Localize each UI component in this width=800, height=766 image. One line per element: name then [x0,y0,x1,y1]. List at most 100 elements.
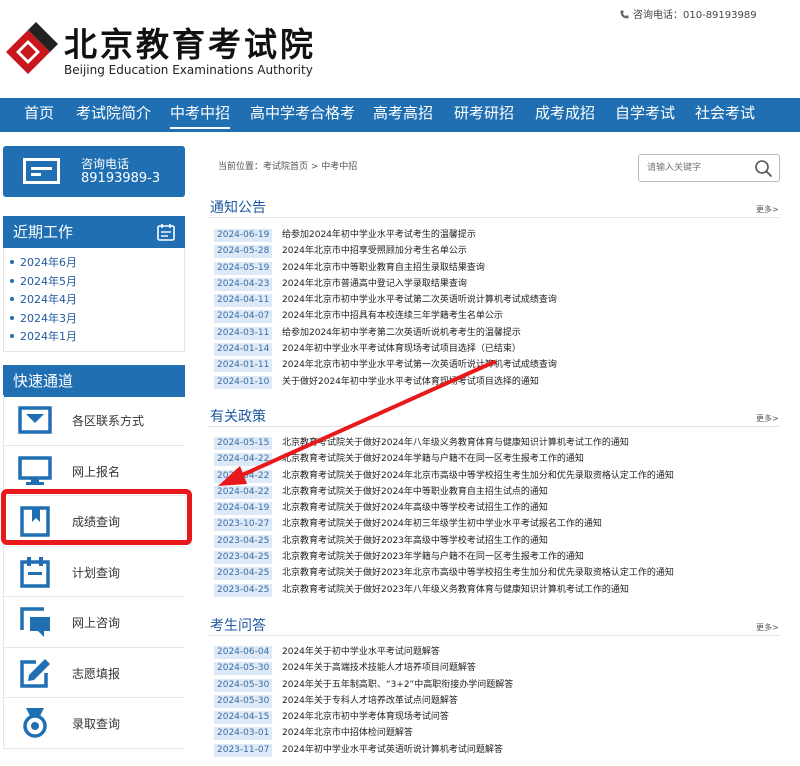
item-title[interactable]: 2024年初中学业水平考试体育现场考试项目选择（已结束） [282,343,521,356]
list-item[interactable]: 2024-03-11 给参加2024年初中学考第二次英语听说机考考生的温馨提示 [208,326,788,342]
recent-work-header: 近期工作 [3,216,185,248]
list-item[interactable]: 2024-03-01 2024年北京市中招体检问题解答 [208,726,788,742]
item-date: 2024-06-04 [214,646,273,659]
list-item[interactable]: 2024-04-07 2024年北京市中招具有本校连续三年学籍考生名单公示 [208,309,788,325]
list-item[interactable]: 2023-04-25 北京教育考试院关于做好2023年高级中等学校考试招生工作的通… [208,534,788,550]
recent-item[interactable]: 2024年3月 [10,310,184,329]
nav-shehui[interactable]: 社会考试 [695,98,755,132]
quick-item-admission[interactable]: 录取查询 [4,698,185,749]
item-title[interactable]: 北京教育考试院关于做好2024年高级中等学校考试招生工作的通知 [282,502,548,515]
nav-about[interactable]: 考试院简介 [76,98,151,132]
item-date: 2024-05-30 [214,678,273,692]
list-item[interactable]: 2024-06-19 给参加2024年初中学业水平考试考生的温馨提示 [208,228,788,244]
nav-xuekao[interactable]: 高中学考合格考 [250,98,355,132]
item-date: 2024-03-01 [214,727,273,741]
item-title[interactable]: 2024年关于专科人才培养改革试点问题解答 [282,695,458,708]
list-item[interactable]: 2024-01-11 2024年北京市初中学业水平考试第一次英语听说计算机考试成绩… [208,358,788,374]
item-title[interactable]: 2024年关于高端技术技能人才培养项目问题解答 [282,662,476,675]
nav-yankao[interactable]: 研考研招 [454,98,514,132]
list-item[interactable]: 2024-05-28 2024年北京市中招享受照顾加分考生名单公示 [208,244,788,260]
list-item[interactable]: 2024-04-23 2024年北京市普通高中登记入学录取结果查询 [208,277,788,293]
item-title[interactable]: 2024年北京市中招具有本校连续三年学籍考生名单公示 [282,310,503,323]
list-item[interactable]: 2023-04-25 北京教育考试院关于做好2023年北京市高级中等学校招生考生加… [208,566,788,582]
item-title[interactable]: 北京教育考试院关于做好2023年高级中等学校考试招生工作的通知 [282,535,548,548]
nav-chengkao[interactable]: 成考成招 [535,98,595,132]
item-title[interactable]: 给参加2024年初中学考第二次英语听说机考考生的温馨提示 [282,327,521,340]
item-title[interactable]: 2024年北京市初中学考体育现场考试问答 [282,711,449,724]
site-title[interactable]: 北京教育考试院 [64,18,316,66]
list-item[interactable]: 2024-04-19 北京教育考试院关于做好2024年高级中等学校考试招生工作的通… [208,501,788,517]
section-title-qa[interactable]: 考生问答 [210,615,266,635]
list-item[interactable]: 2023-11-07 2024年初中学业水平考试英语听说计算机考试问题解答 [208,743,788,759]
item-date: 2024-04-11 [214,294,273,308]
recent-item[interactable]: 2024年6月 [10,254,184,273]
breadcrumb: 当前位置：考试院首页 > 中考中招 [218,162,358,172]
list-item[interactable]: 2024-04-22 北京教育考试院关于做好2024年中等职业教育自主招生试点的通… [208,485,788,501]
list-item[interactable]: 2024-04-22 北京教育考试院关于做好2024年北京市高级中等学校招生考生加… [208,469,788,485]
item-date: 2024-01-10 [214,375,273,389]
item-title[interactable]: 2024年关于初中学业水平考试问题解答 [282,646,440,659]
list-item[interactable]: 2023-04-25 北京教育考试院关于做好2023年学籍与户籍不在同一区考生报考… [208,550,788,566]
section-title-policies[interactable]: 有关政策 [210,406,266,426]
item-title[interactable]: 2024年北京市普通高中登记入学录取结果查询 [282,278,467,291]
item-title[interactable]: 2024年北京市中招体检问题解答 [282,727,413,740]
item-title[interactable]: 北京教育考试院关于做好2024年学籍与户籍不在同一区考生报考工作的通知 [282,453,584,466]
nav-zikao[interactable]: 自学考试 [615,98,675,132]
more-link-notices[interactable]: 更多> [756,204,779,215]
item-title[interactable]: 给参加2024年初中学业水平考试考生的温馨提示 [282,229,476,242]
section-title-notices[interactable]: 通知公告 [210,197,266,217]
item-date: 2024-05-30 [214,662,273,676]
item-date: 2024-06-19 [214,229,273,242]
quick-item-contacts[interactable]: 各区联系方式 [4,395,185,446]
item-title[interactable]: 北京教育考试院关于做好2023年八年级义务教育体育与健康知识计算机考试工作的通知 [282,584,629,597]
quick-item-consult[interactable]: 网上咨询 [4,597,185,648]
item-date: 2024-04-22 [214,453,273,467]
more-link-policies[interactable]: 更多> [756,413,779,424]
item-title[interactable]: 2024年初中学业水平考试英语听说计算机考试问题解答 [282,744,503,757]
item-date: 2024-04-19 [214,502,273,516]
recent-item[interactable]: 2024年5月 [10,273,184,292]
item-title[interactable]: 2024年北京市中招享受照顾加分考生名单公示 [282,245,467,258]
item-date: 2024-04-15 [214,711,273,725]
item-title[interactable]: 2024年北京市初中学业水平考试第一次英语听说计算机考试成绩查询 [282,359,557,372]
recent-item[interactable]: 2024年4月 [10,291,184,310]
quick-item-label: 网上报名 [72,464,121,479]
quick-item-plan[interactable]: 计划查询 [4,547,185,597]
logo-icon[interactable] [6,22,58,74]
list-item[interactable]: 2024-05-30 2024年关于高端技术技能人才培养项目问题解答 [208,661,788,677]
item-title[interactable]: 北京教育考试院关于做好2024年初三年级学生初中学业水平考试报名工作的通知 [282,518,602,531]
item-title[interactable]: 北京教育考试院关于做好2024年中等职业教育自主招生试点的通知 [282,486,548,499]
list-item[interactable]: 2024-04-15 2024年北京市初中学考体育现场考试问答 [208,710,788,726]
item-title[interactable]: 2024年北京市中等职业教育自主招生录取结果查询 [282,262,485,275]
list-item[interactable]: 2024-05-30 2024年关于五年制高职、“3+2”中高职衔接办学问题解答 [208,678,788,694]
nav-home[interactable]: 首页 [24,98,54,132]
more-link-qa[interactable]: 更多> [756,622,779,633]
list-item[interactable]: 2024-04-11 2024年北京市初中学业水平考试第二次英语听说计算机考试成绩… [208,293,788,309]
item-title[interactable]: 2024年关于五年制高职、“3+2”中高职衔接办学问题解答 [282,679,513,692]
quick-item-volunteer[interactable]: 志愿填报 [4,648,185,698]
list-item[interactable]: 2024-04-22 北京教育考试院关于做好2024年学籍与户籍不在同一区考生报考… [208,452,788,468]
item-date: 2024-03-11 [214,326,273,340]
search-icon[interactable] [754,159,773,178]
item-title[interactable]: 2024年北京市初中学业水平考试第二次英语听说计算机考试成绩查询 [282,294,557,307]
nav-zhongkao[interactable]: 中考中招 [170,98,230,132]
item-title[interactable]: 北京教育考试院关于做好2024年八年级义务教育体育与健康知识计算机考试工作的通知 [282,437,629,450]
list-item[interactable]: 2023-10-27 北京教育考试院关于做好2024年初三年级学生初中学业水平考试… [208,517,788,533]
list-item[interactable]: 2024-01-14 2024年初中学业水平考试体育现场考试项目选择（已结束） [208,342,788,358]
item-title[interactable]: 北京教育考试院关于做好2023年北京市高级中等学校招生考生加分和优先录取资格认定… [282,567,674,580]
list-item[interactable]: 2024-05-15 北京教育考试院关于做好2024年八年级义务教育体育与健康知识… [208,436,788,452]
recent-item[interactable]: 2024年1月 [10,328,184,347]
item-title[interactable]: 北京教育考试院关于做好2024年北京市高级中等学校招生考生加分和优先录取资格认定… [282,470,674,483]
item-title[interactable]: 北京教育考试院关于做好2023年学籍与户籍不在同一区考生报考工作的通知 [282,551,584,564]
hotline-box[interactable]: 咨询电话 89193989-3 [3,146,185,197]
list-item[interactable]: 2023-04-25 北京教育考试院关于做好2023年八年级义务教育体育与健康知识… [208,583,788,599]
search-input[interactable] [640,156,750,180]
item-date: 2024-05-19 [214,261,273,275]
item-title[interactable]: 关于做好2024年初中学业水平考试体育现场考试项目选择的通知 [282,376,539,389]
list-item[interactable]: 2024-01-10 关于做好2024年初中学业水平考试体育现场考试项目选择的通知 [208,375,788,391]
phone-icon [620,10,629,19]
nav-gaokao[interactable]: 高考高招 [373,98,433,132]
list-item[interactable]: 2024-05-19 2024年北京市中等职业教育自主招生录取结果查询 [208,261,788,277]
list-item[interactable]: 2024-06-04 2024年关于初中学业水平考试问题解答 [208,645,788,661]
list-item[interactable]: 2024-05-30 2024年关于专科人才培养改革试点问题解答 [208,694,788,710]
